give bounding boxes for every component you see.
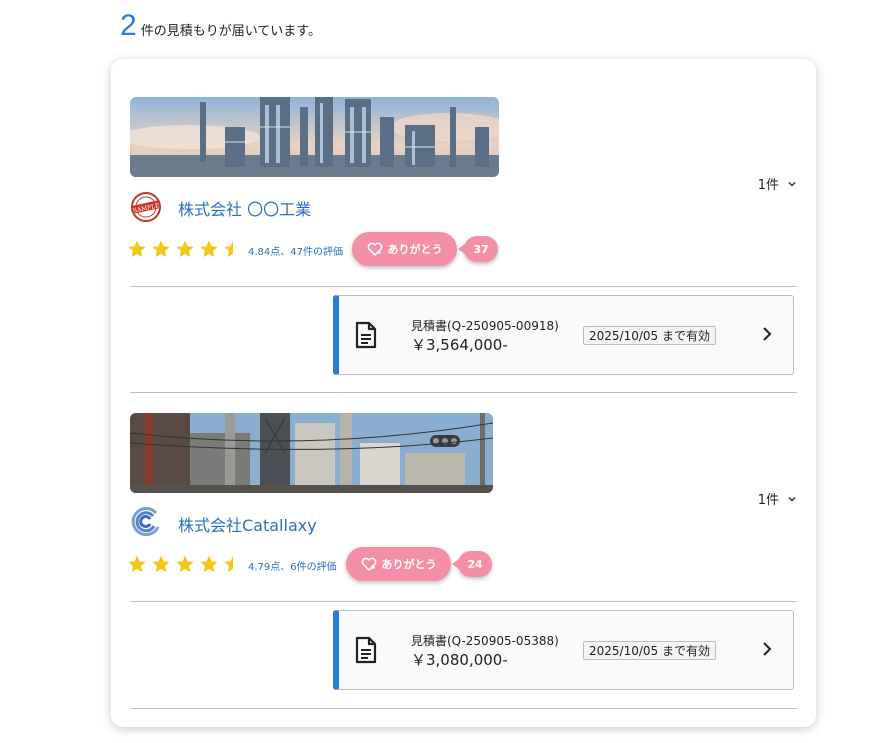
quote-item[interactable]: 見積書(Q-250905-00918) ￥3,564,000- 2025/10/…	[333, 295, 794, 375]
star-full-icon	[176, 240, 194, 257]
chevron-right-icon	[763, 642, 772, 656]
result-header: 2 件の見積もりが届いています。	[120, 8, 321, 44]
chevron-down-icon	[788, 181, 796, 187]
thanks-count-badge: 24	[452, 551, 492, 577]
vendor-name[interactable]: 株式会社 〇〇工業	[178, 196, 311, 220]
item-count-dropdown[interactable]: 1件	[758, 174, 797, 193]
quote-count: 2	[120, 9, 137, 42]
divider	[130, 601, 797, 602]
thanks-label: ありがとう	[387, 243, 443, 256]
quote-title: 見積書(Q-250905-05388)	[411, 634, 559, 648]
chevron-right-icon	[763, 327, 772, 341]
quotes-card: SAMPLE 株式会社 〇〇工業 1件 4.84点、47件の評価 ありがとう 3…	[111, 59, 816, 727]
sample-stamp-icon: SAMPLE	[130, 191, 162, 223]
thanks-button[interactable]: ありがとう	[346, 547, 451, 581]
star-half-icon	[224, 555, 242, 572]
thanks-label: ありがとう	[381, 558, 437, 571]
quote-valid-until: 2025/10/05 まで有効	[583, 641, 716, 660]
divider	[130, 286, 797, 287]
rating-stars	[127, 554, 243, 574]
divider	[130, 392, 797, 393]
star-full-icon	[152, 555, 170, 572]
catallaxy-swirl-icon	[130, 505, 162, 537]
chevron-down-icon	[788, 496, 796, 502]
rating-text: 4.79点、6件の評価	[248, 562, 337, 573]
rating-text: 4.84点、47件の評価	[248, 247, 343, 258]
star-full-icon	[200, 240, 218, 257]
vendor-name[interactable]: 株式会社Catallaxy	[178, 512, 317, 536]
thanks-count-badge: 37	[458, 236, 498, 262]
quote-price: ￥3,080,000-	[411, 651, 508, 669]
item-count-dropdown[interactable]: 1件	[758, 489, 797, 508]
document-icon	[355, 321, 377, 349]
document-icon	[355, 636, 377, 664]
quote-valid-until: 2025/10/05 まで有効	[583, 326, 716, 345]
vendor-photo-plant	[130, 413, 493, 493]
vendor-photo-factory	[130, 97, 499, 177]
rating-stars	[127, 239, 243, 259]
thanks-button[interactable]: ありがとう	[352, 232, 457, 266]
item-count: 1件	[757, 178, 779, 193]
quote-item[interactable]: 見積書(Q-250905-05388) ￥3,080,000- 2025/10/…	[333, 610, 794, 690]
star-full-icon	[128, 240, 146, 257]
divider	[130, 708, 797, 709]
heart-plus-icon	[361, 557, 376, 571]
star-full-icon	[152, 240, 170, 257]
quote-count-text: 件の見積もりが届いています。	[140, 24, 321, 39]
heart-plus-icon	[367, 242, 382, 256]
item-count: 1件	[757, 493, 779, 508]
quote-title: 見積書(Q-250905-00918)	[411, 319, 559, 333]
star-full-icon	[200, 555, 218, 572]
star-full-icon	[128, 555, 146, 572]
star-half-icon	[224, 240, 242, 257]
quote-price: ￥3,564,000-	[411, 336, 508, 354]
star-full-icon	[176, 555, 194, 572]
